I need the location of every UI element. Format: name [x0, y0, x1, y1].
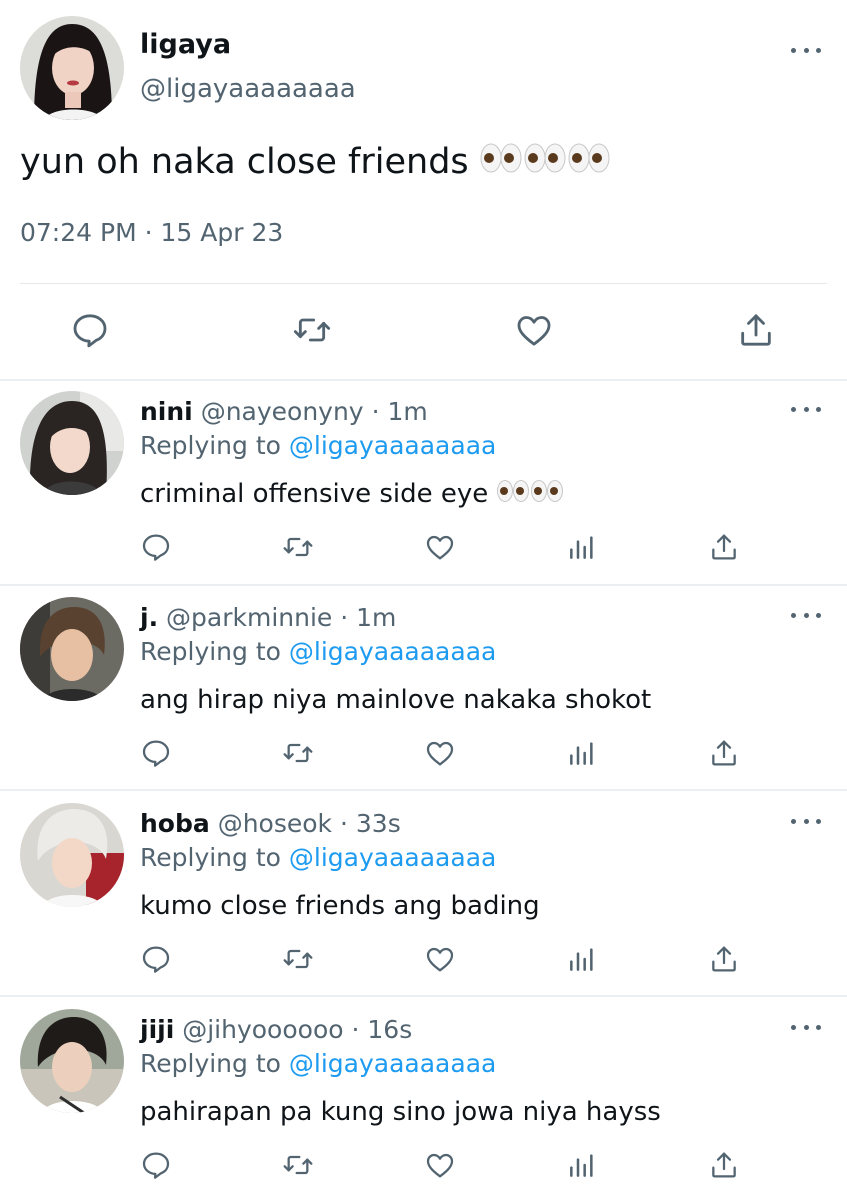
more-options-icon[interactable] — [791, 815, 821, 827]
reply-text: kumo close friends ang bading — [140, 891, 540, 921]
analytics-icon[interactable] — [566, 1149, 598, 1181]
reply-tweet: hoba @hoseok · 33s Replying to @ligayaaa… — [0, 793, 847, 998]
eyes-emoji-icon — [496, 478, 563, 512]
analytics-icon[interactable] — [566, 531, 598, 563]
replying-to: Replying to @ligayaaaaaaaa — [140, 1047, 496, 1081]
reply-time[interactable]: 1m — [387, 397, 427, 426]
retweet-icon[interactable] — [282, 1149, 314, 1181]
like-icon[interactable] — [424, 531, 456, 563]
display-name[interactable]: nini — [140, 397, 193, 426]
reply-header: hoba @hoseok · 33s — [140, 807, 401, 841]
reply-time[interactable]: 1m — [356, 603, 396, 632]
like-icon[interactable] — [424, 737, 456, 769]
retweet-icon[interactable] — [282, 943, 314, 975]
eyes-emoji-icon — [480, 141, 610, 185]
avatar[interactable] — [20, 597, 124, 701]
reply-time[interactable]: 33s — [356, 809, 401, 838]
reply-header: j. @parkminnie · 1m — [140, 601, 396, 635]
share-icon[interactable] — [708, 943, 740, 975]
analytics-icon[interactable] — [566, 943, 598, 975]
handle[interactable]: @parkminnie — [166, 603, 332, 632]
replying-label: Replying to — [140, 843, 281, 872]
more-options-icon[interactable] — [791, 44, 821, 56]
replying-label: Replying to — [140, 1049, 281, 1078]
display-name[interactable]: j. — [140, 603, 158, 632]
reply-text: ang hirap niya mainlove nakaka shokot — [140, 685, 652, 715]
reply-icon[interactable] — [140, 531, 172, 563]
avatar[interactable] — [20, 1009, 124, 1113]
retweet-icon[interactable] — [282, 531, 314, 563]
reply-body: criminal offensive side eye — [140, 479, 489, 509]
share-icon[interactable] — [708, 1149, 740, 1181]
meta-separator: · — [351, 1015, 360, 1044]
meta-separator: · — [339, 809, 348, 838]
reply-text: criminal offensive side eye — [140, 477, 563, 512]
handle[interactable]: @hoseok — [218, 809, 332, 838]
main-tweet: ligaya @ligayaaaaaaaa yun oh naka close … — [0, 0, 847, 380]
avatar[interactable] — [20, 803, 124, 907]
replying-to: Replying to @ligayaaaaaaaa — [140, 429, 496, 463]
reply-icon[interactable] — [140, 737, 172, 769]
handle[interactable]: @jihyoooooo — [182, 1015, 343, 1044]
replying-label: Replying to — [140, 637, 281, 666]
reply-tweet: nini @nayeonyny · 1m Replying to @ligaya… — [0, 381, 847, 586]
reply-icon[interactable] — [140, 943, 172, 975]
divider — [0, 995, 847, 997]
reply-header: nini @nayeonyny · 1m — [140, 395, 428, 429]
reply-text: pahirapan pa kung sino jowa niya hayss — [140, 1097, 661, 1127]
meta-separator: · — [144, 218, 153, 247]
display-name[interactable]: hoba — [140, 809, 210, 838]
tweet-timestamp[interactable]: 07:24 PM · 15 Apr 23 — [20, 216, 283, 250]
more-options-icon[interactable] — [791, 1021, 821, 1033]
retweet-icon[interactable] — [282, 737, 314, 769]
mention-link[interactable]: @ligayaaaaaaaa — [289, 1049, 496, 1078]
share-icon[interactable] — [708, 737, 740, 769]
reply-icon[interactable] — [140, 1149, 172, 1181]
mention-link[interactable]: @ligayaaaaaaaa — [289, 843, 496, 872]
reply-header: jiji @jihyoooooo · 16s — [140, 1013, 412, 1047]
reply-tweet: jiji @jihyoooooo · 16s Replying to @liga… — [0, 999, 847, 1200]
analytics-icon[interactable] — [566, 737, 598, 769]
tweet-time: 07:24 PM — [20, 218, 137, 247]
replying-to: Replying to @ligayaaaaaaaa — [140, 635, 496, 669]
mention-link[interactable]: @ligayaaaaaaaa — [289, 637, 496, 666]
retweet-icon[interactable] — [292, 310, 332, 350]
divider — [20, 283, 827, 284]
avatar[interactable] — [20, 16, 124, 120]
divider — [0, 584, 847, 586]
reply-icon[interactable] — [70, 310, 110, 350]
mention-link[interactable]: @ligayaaaaaaaa — [289, 431, 496, 460]
more-options-icon[interactable] — [791, 403, 821, 415]
replying-to: Replying to @ligayaaaaaaaa — [140, 841, 496, 875]
display-name[interactable]: ligaya — [140, 28, 231, 62]
reply-time[interactable]: 16s — [367, 1015, 412, 1044]
like-icon[interactable] — [424, 943, 456, 975]
tweet-body: yun oh naka close friends — [20, 142, 469, 182]
like-icon[interactable] — [424, 1149, 456, 1181]
tweet-date: 15 Apr 23 — [160, 218, 284, 247]
avatar[interactable] — [20, 391, 124, 495]
meta-separator: · — [340, 603, 349, 632]
handle[interactable]: @ligayaaaaaaaa — [140, 72, 356, 106]
like-icon[interactable] — [514, 310, 554, 350]
tweet-text: yun oh naka close friends — [20, 140, 610, 185]
display-name[interactable]: jiji — [140, 1015, 174, 1044]
more-options-icon[interactable] — [791, 609, 821, 621]
replying-label: Replying to — [140, 431, 281, 460]
handle[interactable]: @nayeonyny — [201, 397, 364, 426]
divider — [0, 789, 847, 791]
share-icon[interactable] — [708, 531, 740, 563]
meta-separator: · — [371, 397, 380, 426]
share-icon[interactable] — [736, 310, 776, 350]
reply-tweet: j. @parkminnie · 1m Replying to @ligayaa… — [0, 587, 847, 792]
